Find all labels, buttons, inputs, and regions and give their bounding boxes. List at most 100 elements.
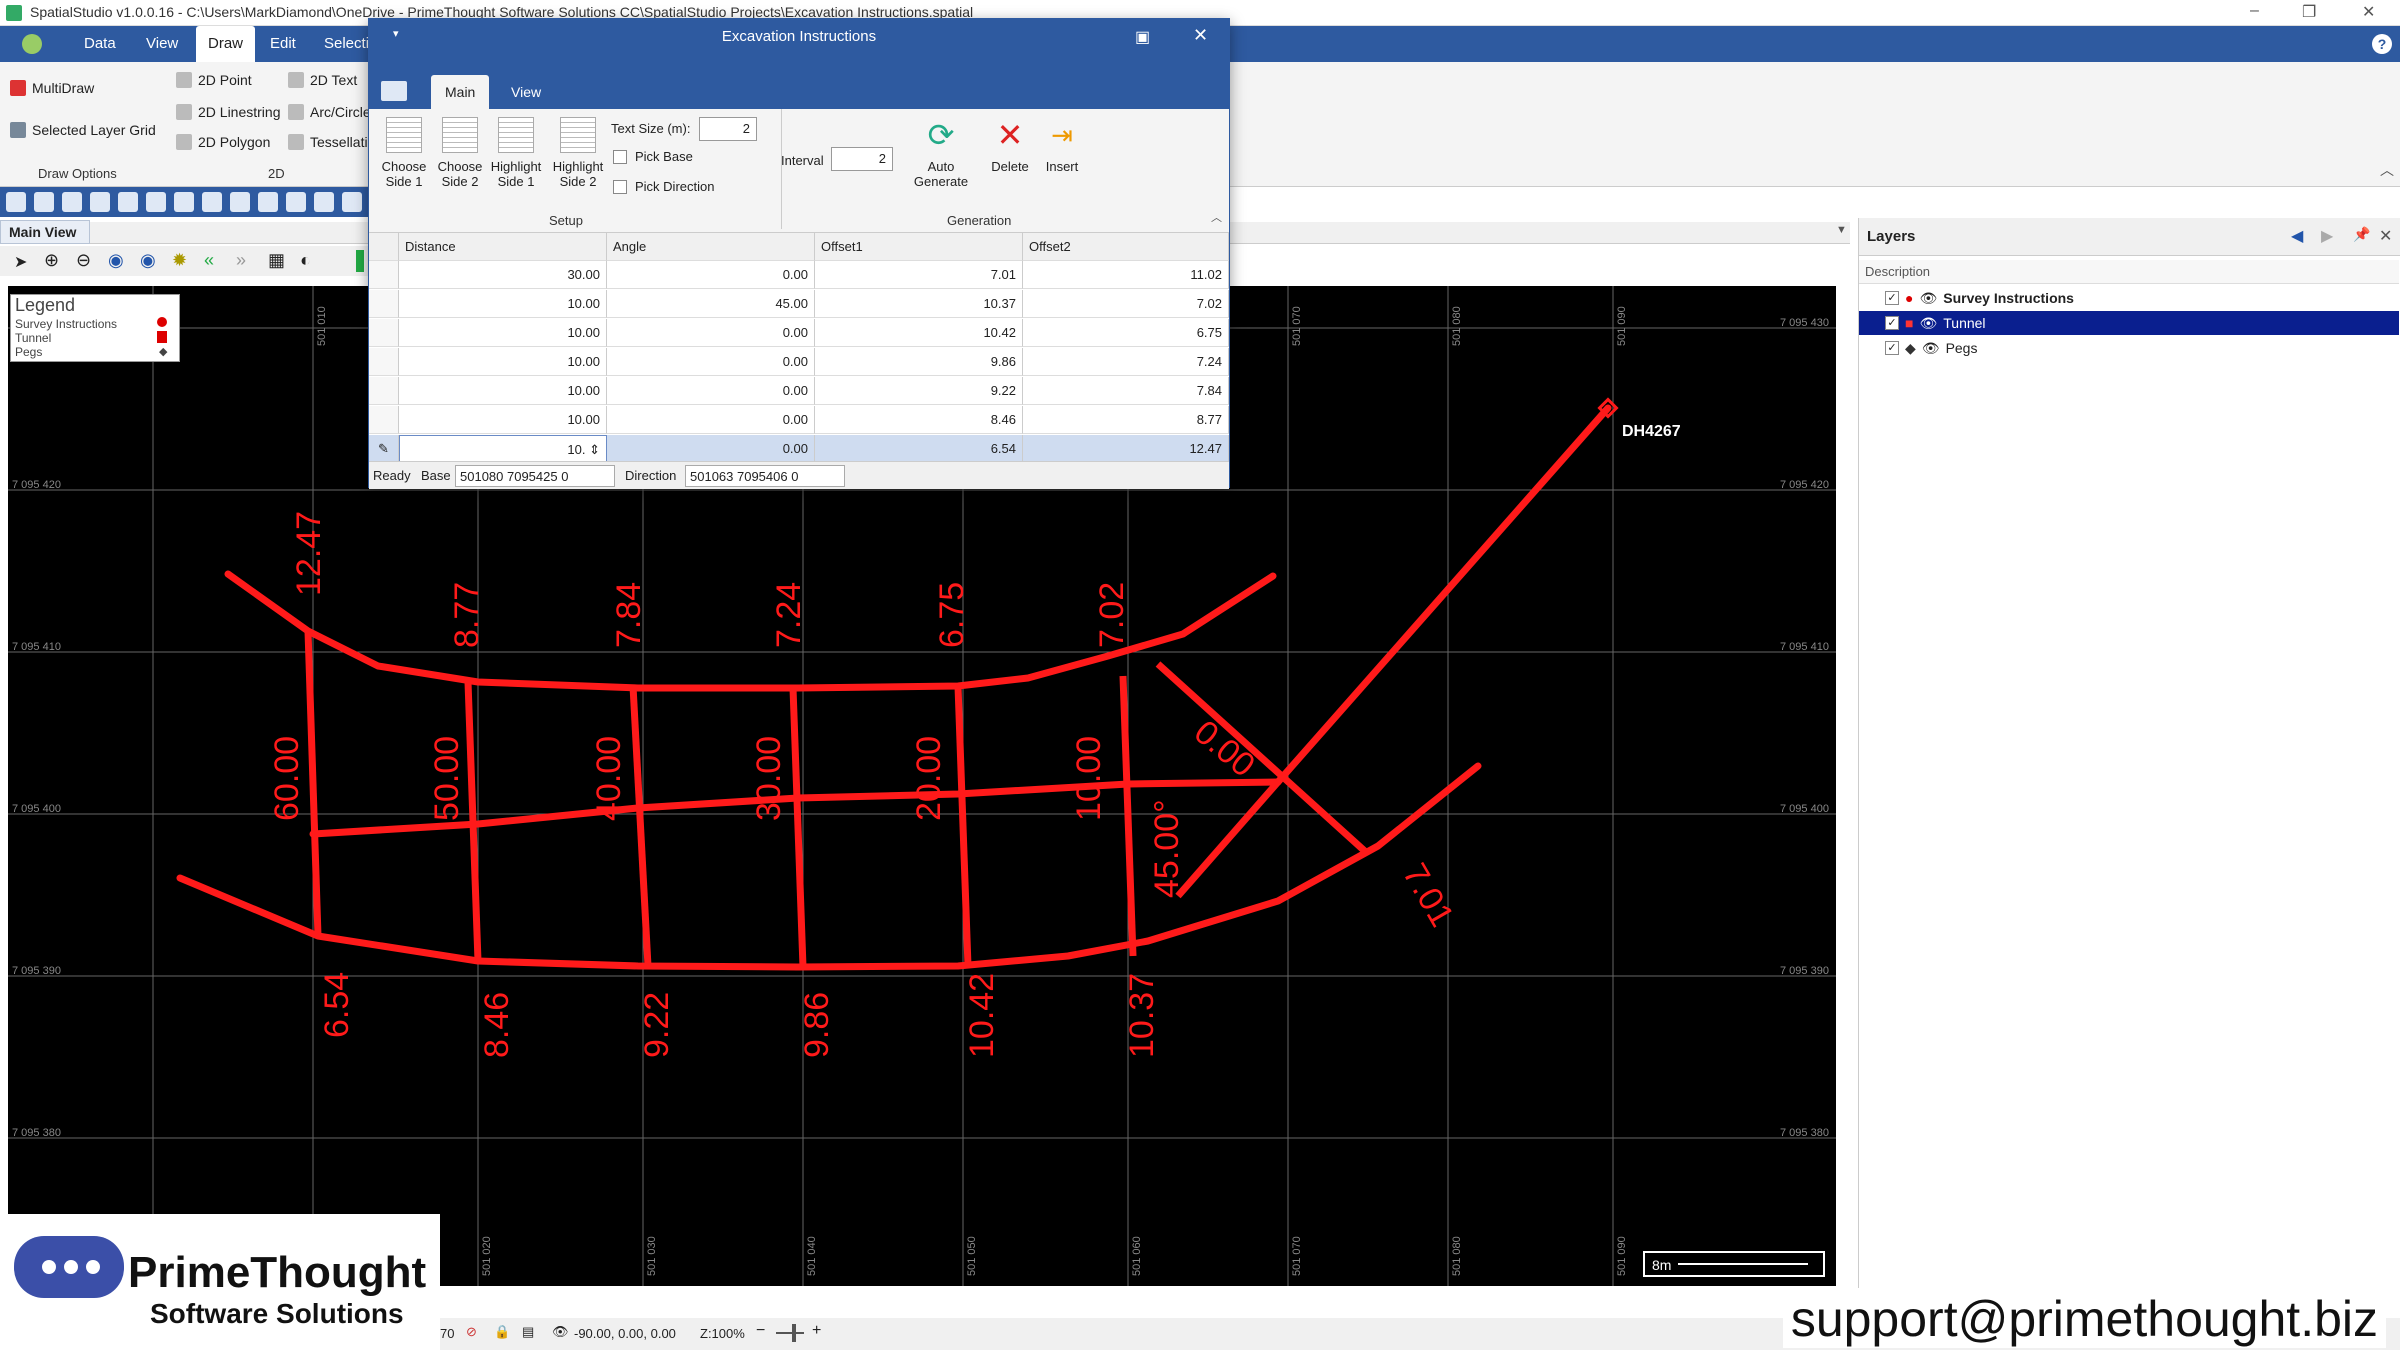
table-row[interactable]: 10.00 0.00 10.42 6.75 (369, 319, 1229, 348)
zoom-in-icon[interactable]: ⊕ (44, 250, 59, 271)
distance-cell[interactable]: 10.00 (399, 319, 607, 347)
layer-row-survey[interactable]: ✓ ● 👁 Survey Instructions (1859, 286, 2399, 310)
offset2-cell[interactable]: 7.02 (1023, 290, 1229, 318)
offset2-cell[interactable]: 7.84 (1023, 377, 1229, 405)
forward-icon[interactable]: » (236, 250, 246, 271)
polygon2d-button[interactable]: 2D Polygon (176, 134, 270, 150)
col-offset1[interactable]: Offset1 (815, 233, 1023, 261)
tab-main[interactable]: Main (431, 75, 490, 109)
row-header[interactable] (369, 319, 399, 347)
row-header[interactable] (369, 377, 399, 405)
pointer-icon[interactable] (342, 192, 362, 212)
angle-cell[interactable]: 0.00 (607, 377, 815, 405)
snap-icon[interactable]: ⊘ (466, 1324, 477, 1340)
auto-generate-button[interactable]: ⟳ Auto Generate (901, 117, 981, 189)
layer-checkbox[interactable]: ✓ (1885, 291, 1899, 305)
eye-icon[interactable]: 👁 (1922, 340, 1940, 357)
grid-toggle-icon[interactable]: ▦ (268, 250, 285, 271)
checkbox-box[interactable] (613, 149, 627, 164)
offset1-cell[interactable]: 8.46 (815, 406, 1023, 434)
layers-icon[interactable] (90, 192, 110, 212)
import-icon[interactable] (62, 192, 82, 212)
offset2-cell[interactable]: 12.47 (1023, 435, 1229, 463)
offset2-cell[interactable]: 8.77 (1023, 406, 1229, 434)
angle-cell[interactable]: 0.00 (607, 406, 815, 434)
pick-direction-checkbox[interactable]: Pick Direction (613, 179, 714, 194)
eye-icon[interactable]: 👁 (1919, 315, 1937, 332)
globe-icon[interactable] (258, 192, 278, 212)
angle-cell[interactable]: 0.00 (607, 319, 815, 347)
eye-view-icon[interactable]: 👁 (552, 1324, 569, 1340)
settings-icon[interactable]: ✹ (172, 250, 187, 271)
offset1-cell[interactable]: 9.22 (815, 377, 1023, 405)
distance-edit-input[interactable]: 10. ⇕ (399, 435, 607, 463)
text-size-input[interactable]: 2 (699, 117, 757, 141)
insert-button[interactable]: ⇥ Insert (1033, 117, 1091, 174)
layer-checkbox[interactable]: ✓ (1885, 341, 1899, 355)
distance-cell[interactable]: 10.00 (399, 377, 607, 405)
offset1-cell[interactable]: 7.01 (815, 261, 1023, 289)
book-icon[interactable] (174, 192, 194, 212)
forward-arrow-icon[interactable]: ▶ (2321, 226, 2333, 246)
zoom-out-icon[interactable]: ⊖ (76, 250, 91, 271)
choose-side1-button[interactable]: Choose Side 1 (375, 117, 433, 189)
highlight-side2-button[interactable]: Highlight Side 2 (549, 117, 607, 189)
base-field[interactable]: 501080 7095425 0 (455, 465, 615, 487)
pin-icon[interactable] (286, 192, 306, 212)
image-icon[interactable] (146, 192, 166, 212)
angle-cell[interactable]: 0.00 (607, 435, 815, 463)
tessellate-button[interactable]: Tessellati (288, 134, 368, 150)
offset1-cell[interactable]: 10.37 (815, 290, 1023, 318)
save-icon[interactable] (34, 192, 54, 212)
gear-icon[interactable] (230, 192, 250, 212)
angle-cell[interactable]: 45.00 (607, 290, 815, 318)
close-button[interactable]: ✕ (2362, 2, 2375, 22)
table-row[interactable]: 10.00 0.00 9.86 7.24 (369, 348, 1229, 377)
help-icon[interactable]: ? (2372, 34, 2392, 54)
distance-cell[interactable]: 10.00 (399, 290, 607, 318)
style-icon[interactable]: ◐ (300, 250, 311, 271)
row-header[interactable] (369, 406, 399, 434)
layer-row-pegs[interactable]: ✓ ◆ 👁 Pegs (1859, 336, 2399, 360)
col-angle[interactable]: Angle (607, 233, 815, 261)
menu-data[interactable]: Data (72, 26, 128, 62)
minimize-button[interactable]: – (2250, 2, 2259, 20)
dialog-maximize-icon[interactable]: ▣ (1135, 27, 1150, 47)
layer-row-tunnel[interactable]: ✓ ■ 👁 Tunnel (1859, 311, 2399, 335)
offset2-cell[interactable]: 7.24 (1023, 348, 1229, 376)
multidraw-button[interactable]: MultiDraw (10, 80, 94, 96)
col-distance[interactable]: Distance (399, 233, 607, 261)
restore-button[interactable]: ❐ (2302, 2, 2316, 22)
checkbox-box[interactable] (613, 179, 627, 194)
zoom-slider-thumb[interactable] (792, 1324, 796, 1342)
row-header[interactable] (369, 261, 399, 289)
table-row[interactable]: 10.00 45.00 10.37 7.02 (369, 290, 1229, 319)
col-offset2[interactable]: Offset2 (1023, 233, 1229, 261)
chart-icon[interactable] (202, 192, 222, 212)
offset1-cell[interactable]: 10.42 (815, 319, 1023, 347)
dropdown-icon[interactable]: ▼ (1836, 224, 1847, 236)
select-arrow-icon[interactable]: ➤ (14, 252, 27, 272)
offset2-cell[interactable]: 11.02 (1023, 261, 1229, 289)
globe-zoom-icon[interactable]: ◉ (108, 250, 124, 271)
distance-cell[interactable]: 10.00 (399, 348, 607, 376)
direction-field[interactable]: 501063 7095406 0 (685, 465, 845, 487)
back-icon[interactable]: « (204, 250, 214, 271)
arc-button[interactable]: Arc/Circle (288, 104, 371, 120)
zoom-out-button[interactable]: − (756, 1322, 765, 1340)
eye-icon[interactable]: 👁 (1919, 290, 1937, 307)
table-row[interactable]: 10.00 0.00 8.46 8.77 (369, 406, 1229, 435)
dialog-close-icon[interactable]: ✕ (1193, 25, 1208, 46)
globe-extent-icon[interactable]: ◉ (140, 250, 156, 271)
choose-side2-button[interactable]: Choose Side 2 (431, 117, 489, 189)
delete-button[interactable]: ✕ Delete (981, 117, 1039, 174)
frame-icon[interactable] (314, 192, 334, 212)
app-menu-icon[interactable] (22, 34, 42, 54)
point2d-button[interactable]: 2D Point (176, 72, 252, 88)
close-panel-icon[interactable]: ✕ (2379, 226, 2392, 246)
zoom-slider[interactable] (776, 1332, 804, 1334)
menu-draw[interactable]: Draw (196, 26, 256, 62)
offset1-cell[interactable]: 9.86 (815, 348, 1023, 376)
menu-edit[interactable]: Edit (258, 26, 308, 62)
file-menu-icon[interactable] (381, 81, 407, 101)
